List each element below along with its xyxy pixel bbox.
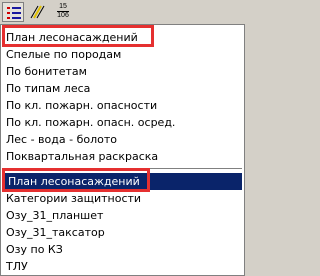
fraction-label-button[interactable]: 15 106 [52,3,74,21]
fraction-top: 15 [59,3,67,10]
menu-item-spelye-po-porodam[interactable]: Спелые по породам [2,46,243,63]
menu-item-pokvartalnaya-raskraska[interactable]: Поквартальная раскраска [2,148,243,165]
menu-separator [3,168,242,170]
dropdown-menu: План лесонасаждений Спелые по породам По… [0,24,245,276]
legend-list-icon [7,7,21,19]
toolbar: 15 106 [0,0,245,25]
menu-item-po-tipam-lesa[interactable]: По типам леса [2,80,243,97]
menu-item-ozu-31-planshet[interactable]: Озу_31_планшет [2,207,243,224]
menu-item-po-bonitetam[interactable]: По бонитетам [2,63,243,80]
legend-list-button[interactable] [2,2,24,22]
fraction-bottom: 106 [57,12,69,19]
menu-item-po-kl-pozharn-opasnosti[interactable]: По кл. пожарн. опасности [2,97,243,114]
menu-item-les-voda-boloto[interactable]: Лес - вода - болото [2,131,243,148]
hatch-lines-icon [30,5,45,19]
menu-item-plan-lesonasazhdeniy-selected[interactable]: План лесонасаждений [4,173,242,190]
menu-item-tlu[interactable]: ТЛУ [2,258,243,275]
menu-item-po-kl-pozharn-opasn-osred[interactable]: По кл. пожарн. опасн. осред. [2,114,243,131]
menu-item-ozu-31-taksator[interactable]: Озу_31_таксатор [2,224,243,241]
menu-item-kategorii-zashchitnosti[interactable]: Категории защитности [2,190,243,207]
menu-item-plan-lesonasazhdeniy[interactable]: План лесонасаждений [2,29,243,46]
menu-item-ozu-po-kz[interactable]: Озу по КЗ [2,241,243,258]
hatch-lines-button[interactable] [26,2,48,22]
